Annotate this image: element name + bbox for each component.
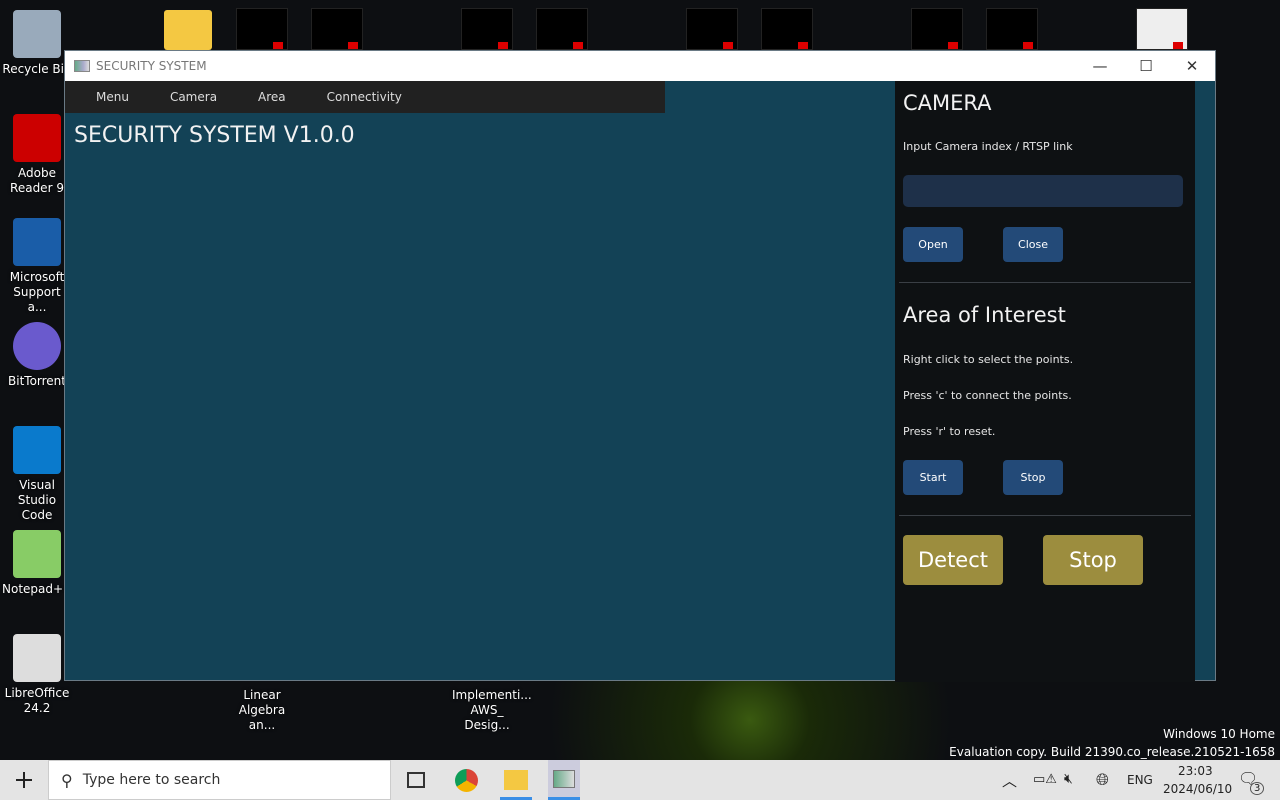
menu-bar: Menu Camera Area Connectivity bbox=[65, 81, 665, 113]
area-instruction: Right click to select the points. bbox=[903, 353, 1074, 366]
watermark-edition: Windows 10 Home bbox=[1163, 727, 1275, 741]
desktop-file-aws[interactable]: Implementi... AWS_ Desig... bbox=[452, 688, 532, 733]
area-instruction: Press 'c' to connect the points. bbox=[903, 389, 1072, 402]
bittorrent-icon bbox=[13, 322, 61, 370]
maximize-button[interactable]: ☐ bbox=[1123, 57, 1169, 75]
camera-close-button[interactable]: Close bbox=[1003, 227, 1063, 262]
detect-stop-button[interactable]: Stop bbox=[1043, 535, 1143, 585]
notification-count: 3 bbox=[1250, 782, 1265, 795]
area-heading: Area of Interest bbox=[903, 303, 1066, 327]
divider bbox=[899, 282, 1191, 283]
taskbar-search[interactable]: ⚲ Type here to search bbox=[48, 760, 391, 800]
task-view-icon[interactable] bbox=[407, 772, 425, 788]
vscode-icon bbox=[13, 426, 61, 474]
camera-input-label: Input Camera index / RTSP link bbox=[903, 140, 1073, 153]
desktop-icon-vscode[interactable]: Visual Studio Code bbox=[2, 426, 72, 523]
clock-date[interactable]: 2024/06/10 bbox=[1163, 782, 1232, 796]
file-explorer-icon[interactable] bbox=[504, 770, 528, 790]
camera-open-button[interactable]: Open bbox=[903, 227, 963, 262]
chevron-up-icon[interactable]: ︿ bbox=[1002, 770, 1017, 791]
adobe-reader-icon bbox=[13, 114, 61, 162]
notepadpp-icon bbox=[13, 530, 61, 578]
file-thumbnail[interactable] bbox=[461, 8, 513, 50]
desktop-icon-notepadpp[interactable]: Notepad++ bbox=[2, 530, 73, 597]
desktop-icon-microsoft-support[interactable]: Microsoft Support a... bbox=[2, 218, 72, 315]
menu-item-camera[interactable]: Camera bbox=[170, 90, 217, 104]
network-globe-icon[interactable]: 🌐︎ bbox=[1096, 770, 1109, 790]
file-thumbnail[interactable] bbox=[911, 8, 963, 50]
book-thumbnail[interactable] bbox=[1136, 8, 1188, 50]
file-thumbnail[interactable] bbox=[311, 8, 363, 50]
battery-warning-icon[interactable]: ▭⚠ bbox=[1033, 772, 1057, 787]
file-thumbnail[interactable] bbox=[986, 8, 1038, 50]
windows-start-icon[interactable] bbox=[16, 772, 32, 788]
recycle-bin-icon bbox=[13, 10, 61, 58]
folder-icon[interactable] bbox=[164, 10, 212, 50]
close-button[interactable]: ✕ bbox=[1169, 57, 1215, 75]
file-thumbnail[interactable] bbox=[236, 8, 288, 50]
area-start-button[interactable]: Start bbox=[903, 460, 963, 495]
app-icon bbox=[74, 60, 90, 72]
wrench-icon bbox=[13, 218, 61, 266]
control-panel: CAMERA Input Camera index / RTSP link Op… bbox=[895, 81, 1195, 682]
desktop-icon-libreoffice[interactable]: LibreOffice 24.2 bbox=[2, 634, 72, 716]
app-title: SECURITY SYSTEM V1.0.0 bbox=[74, 123, 355, 148]
menu-item-area[interactable]: Area bbox=[258, 90, 286, 104]
menu-item-menu[interactable]: Menu bbox=[96, 90, 129, 104]
language-indicator[interactable]: ENG bbox=[1127, 773, 1153, 787]
watermark-build: Evaluation copy. Build 21390.co_release.… bbox=[949, 745, 1275, 759]
desktop-icon-recycle-bin[interactable]: Recycle Bin bbox=[2, 10, 72, 77]
file-thumbnail[interactable] bbox=[536, 8, 588, 50]
area-stop-button[interactable]: Stop bbox=[1003, 460, 1063, 495]
security-system-window: SECURITY SYSTEM — ☐ ✕ Menu Camera Area C… bbox=[64, 50, 1216, 682]
app-icon bbox=[553, 770, 575, 788]
camera-source-input[interactable] bbox=[903, 175, 1183, 207]
file-thumbnail[interactable] bbox=[686, 8, 738, 50]
camera-heading: CAMERA bbox=[903, 91, 992, 115]
area-instruction: Press 'r' to reset. bbox=[903, 425, 996, 438]
title-bar[interactable]: SECURITY SYSTEM — ☐ ✕ bbox=[65, 51, 1215, 81]
detect-button[interactable]: Detect bbox=[903, 535, 1003, 585]
desktop-file-linear-algebra[interactable]: Linear Algebra an... bbox=[227, 688, 297, 733]
desktop-icon-adobe-reader[interactable]: Adobe Reader 9 bbox=[2, 114, 72, 196]
window-title: SECURITY SYSTEM bbox=[96, 59, 207, 73]
search-icon: ⚲ bbox=[61, 770, 73, 790]
minimize-button[interactable]: — bbox=[1077, 57, 1123, 75]
chrome-icon[interactable] bbox=[455, 769, 478, 792]
file-thumbnail[interactable] bbox=[761, 8, 813, 50]
menu-item-connectivity[interactable]: Connectivity bbox=[327, 90, 402, 104]
desktop-icon-bittorrent[interactable]: BitTorrent bbox=[2, 322, 72, 389]
speaker-muted-icon[interactable]: 🔇︎ bbox=[1064, 771, 1073, 787]
taskbar: ⚲ Type here to search ︿ ▭⚠ 🔇︎ 🌐︎ ENG 23:… bbox=[0, 760, 1280, 800]
security-system-taskbar-button[interactable] bbox=[548, 760, 580, 800]
clock-time[interactable]: 23:03 bbox=[1178, 764, 1213, 778]
libreoffice-icon bbox=[13, 634, 61, 682]
divider bbox=[899, 515, 1191, 516]
